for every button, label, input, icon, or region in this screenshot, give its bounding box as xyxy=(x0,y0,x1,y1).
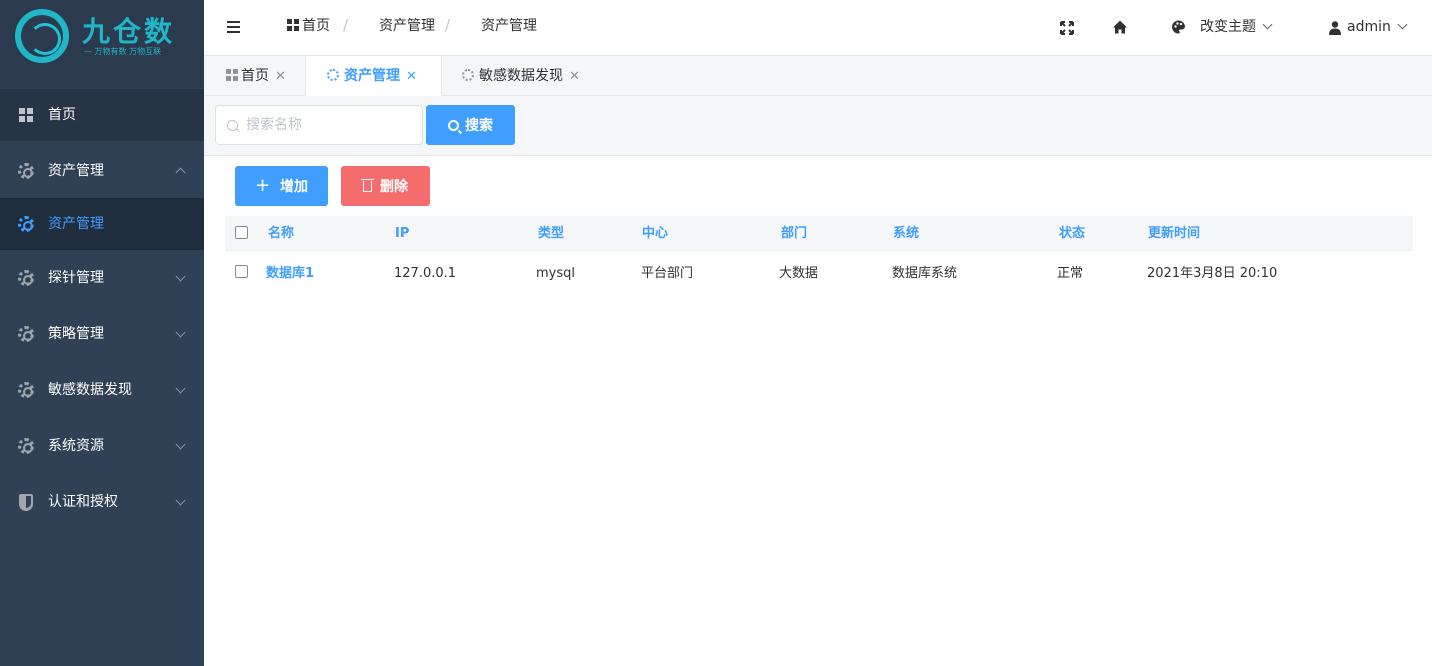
column-header-name[interactable]: 名称 xyxy=(268,216,294,251)
sidebar-item-sensitive-data[interactable]: 敏感数据发现 xyxy=(0,364,204,416)
close-icon[interactable]: ✕ xyxy=(406,69,417,84)
gear-icon xyxy=(462,69,474,81)
sidebar-item-label: 认证和授权 xyxy=(48,494,118,510)
plus-icon: + xyxy=(254,174,271,196)
sidebar-item-label: 探针管理 xyxy=(48,270,104,286)
user-icon xyxy=(1329,21,1341,35)
top-navbar: 首页 / 资产管理 / 资产管理 改变主题 admin xyxy=(204,0,1432,56)
sidebar-item-label: 系统资源 xyxy=(48,438,104,454)
dashboard-icon xyxy=(17,106,35,124)
chevron-down-icon xyxy=(175,439,186,450)
tab-home[interactable]: 首页 ✕ xyxy=(226,56,286,96)
breadcrumb-current: 资产管理 xyxy=(481,18,537,34)
search-input[interactable] xyxy=(215,105,423,145)
column-header-updated[interactable]: 更新时间 xyxy=(1148,216,1200,251)
sidebar-item-label: 策略管理 xyxy=(48,326,104,342)
gear-icon xyxy=(17,437,35,455)
tab-sensitive-data[interactable]: 敏感数据发现 ✕ xyxy=(462,56,580,96)
search-icon xyxy=(227,120,238,131)
cell-center: 平台部门 xyxy=(641,266,694,281)
column-header-center[interactable]: 中心 xyxy=(642,216,668,251)
column-header-status[interactable]: 状态 xyxy=(1059,216,1085,251)
chevron-down-icon xyxy=(1397,19,1408,30)
cell-updated: 2021年3月8日 20:10 xyxy=(1147,266,1278,281)
sidebar-item-policy-management[interactable]: 策略管理 xyxy=(0,308,204,360)
user-dropdown[interactable]: admin xyxy=(1347,0,1408,54)
close-icon[interactable]: ✕ xyxy=(569,69,580,84)
sidebar-item-asset-management[interactable]: 资产管理 xyxy=(0,145,204,197)
hamburger-icon[interactable] xyxy=(227,21,240,33)
select-all-checkbox[interactable] xyxy=(235,226,248,239)
logo-slogan: — 万物有数 万物互联 xyxy=(84,47,162,56)
chevron-down-icon xyxy=(175,495,186,506)
asset-table: 名称 IP 类型 中心 部门 系统 状态 更新时间 数据库1 127.0.0.1… xyxy=(225,216,1413,295)
sidebar-item-label: 首页 xyxy=(48,107,76,123)
tab-asset-management[interactable]: 资产管理 ✕ xyxy=(305,56,442,97)
trash-icon xyxy=(361,178,374,192)
sidebar-item-system-resources[interactable]: 系统资源 xyxy=(0,420,204,472)
cell-type: mysql xyxy=(536,266,575,281)
breadcrumb-home[interactable]: 首页 xyxy=(287,0,330,52)
search-button[interactable]: 搜索 xyxy=(426,105,515,145)
dashboard-icon xyxy=(287,18,299,31)
search-bar: 搜索 xyxy=(204,96,1432,156)
chevron-down-icon xyxy=(175,383,186,394)
column-header-type[interactable]: 类型 xyxy=(538,216,564,251)
sidebar-item-auth[interactable]: 认证和授权 xyxy=(0,476,204,528)
logo: 九仓数 — 万物有数 万物互联 xyxy=(0,0,204,88)
chevron-down-icon xyxy=(175,327,186,338)
delete-button[interactable]: 删除 xyxy=(341,166,430,206)
sidebar-subitem-asset-management[interactable]: 资产管理 xyxy=(0,198,204,250)
close-icon[interactable]: ✕ xyxy=(275,69,286,84)
gear-icon xyxy=(17,162,35,180)
sidebar-item-label: 资产管理 xyxy=(48,163,104,179)
chevron-down-icon xyxy=(175,271,186,282)
logo-icon xyxy=(15,9,69,63)
sidebar-item-home[interactable]: 首页 xyxy=(0,89,204,141)
column-header-department[interactable]: 部门 xyxy=(781,216,807,251)
change-theme-dropdown[interactable]: 改变主题 xyxy=(1200,0,1273,54)
dashboard-icon xyxy=(226,68,238,81)
cell-department: 大数据 xyxy=(779,266,819,281)
row-checkbox[interactable] xyxy=(235,265,248,278)
cell-system: 数据库系统 xyxy=(892,266,958,281)
sidebar: 九仓数 — 万物有数 万物互联 首页 资产管理 资产管理 探针管理 策略管理 敏… xyxy=(0,0,204,666)
breadcrumb-separator: / xyxy=(343,16,349,34)
cell-ip: 127.0.0.1 xyxy=(394,266,457,281)
add-button[interactable]: + 增加 xyxy=(235,166,328,206)
breadcrumb-item[interactable]: 资产管理 xyxy=(379,0,435,52)
chevron-up-icon xyxy=(175,167,186,178)
breadcrumb-separator: / xyxy=(445,16,451,34)
sidebar-item-label: 敏感数据发现 xyxy=(48,382,132,398)
sidebar-item-label: 资产管理 xyxy=(48,216,104,232)
chevron-down-icon xyxy=(1262,19,1273,30)
fullscreen-icon[interactable] xyxy=(1060,20,1074,36)
gear-icon xyxy=(17,215,35,233)
column-header-system[interactable]: 系统 xyxy=(893,216,919,251)
asset-name-link[interactable]: 数据库1 xyxy=(266,251,314,297)
table-header: 名称 IP 类型 中心 部门 系统 状态 更新时间 xyxy=(225,216,1413,251)
sidebar-item-probe-management[interactable]: 探针管理 xyxy=(0,252,204,304)
cell-status: 正常 xyxy=(1057,266,1084,281)
shield-icon xyxy=(17,493,35,511)
search-icon xyxy=(448,119,459,131)
column-header-ip[interactable]: IP xyxy=(395,216,409,251)
gear-icon xyxy=(17,269,35,287)
table-row[interactable]: 数据库1 127.0.0.1 mysql 平台部门 大数据 数据库系统 正常 2… xyxy=(225,251,1413,295)
home-icon[interactable] xyxy=(1112,19,1128,35)
gear-icon xyxy=(17,381,35,399)
logo-name: 九仓数 xyxy=(82,15,176,48)
palette-icon[interactable] xyxy=(1171,19,1186,35)
gear-icon xyxy=(17,325,35,343)
tabs-bar: 首页 ✕ 资产管理 ✕ 敏感数据发现 ✕ xyxy=(204,56,1432,97)
gear-icon xyxy=(327,69,339,81)
